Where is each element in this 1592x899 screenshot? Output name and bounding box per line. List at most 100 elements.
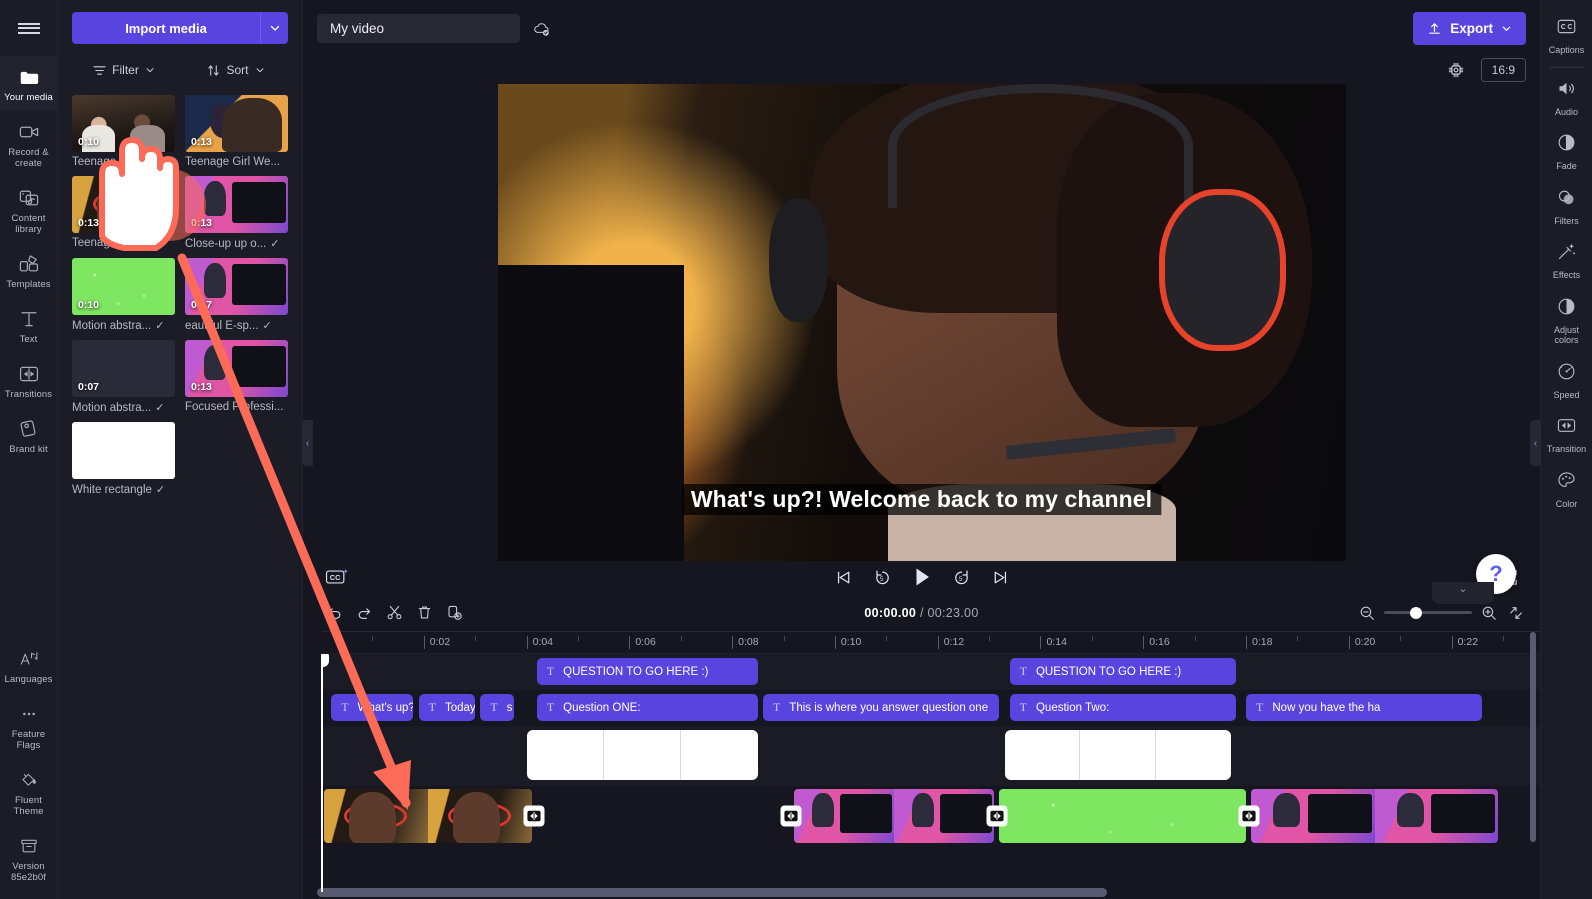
collapse-media-panel-button[interactable]: ‹ <box>302 420 313 466</box>
timeline-text-clip[interactable]: T Today, w <box>418 694 476 721</box>
right-panel-item-effects[interactable]: Effects <box>1541 233 1592 288</box>
zoom-slider-knob[interactable] <box>1410 606 1422 619</box>
sidebar-item-transitions[interactable]: Transitions <box>0 353 58 408</box>
media-item[interactable]: 0:17 eautiful E-sp... ✓ <box>185 258 288 332</box>
media-item[interactable]: 0:13 Focused Professi... <box>185 340 288 414</box>
timeline-text-clip[interactable]: T s <box>480 694 514 721</box>
sidebar-item-brand-kit[interactable]: Brand kit <box>0 408 58 463</box>
timeline-text-clip[interactable]: T QUESTION TO GO HERE :) <box>1009 658 1236 685</box>
timeline-ruler[interactable]: 0:02 0:04 0:06 0:08 0:10 0:12 0:14 0:16 0:18 0:20… <box>321 631 1540 654</box>
media-item[interactable]: 0:13 Close-up up o... ✓ <box>185 176 288 250</box>
split-button[interactable] <box>379 599 409 627</box>
timeline-vertical-scrollbar[interactable] <box>1530 632 1536 842</box>
duplicate-button[interactable] <box>439 599 469 627</box>
transition-badge[interactable] <box>780 805 802 827</box>
timeline-video-clip[interactable] <box>1251 789 1498 843</box>
svg-text:5: 5 <box>959 576 963 583</box>
aspect-ratio-badge[interactable]: 16:9 <box>1480 57 1526 82</box>
media-thumbnail[interactable]: 0:13 <box>185 340 288 397</box>
sidebar-item-your-media[interactable]: Your media <box>0 56 58 111</box>
timeline-text-clip[interactable]: T What's up? <box>331 694 414 721</box>
media-thumbnail[interactable] <box>72 422 175 479</box>
redo-button[interactable] <box>349 599 379 627</box>
filter-button[interactable]: Filter <box>72 57 176 83</box>
fit-to-screen-icon[interactable] <box>1508 605 1524 621</box>
right-panel-item-speed[interactable]: Speed <box>1541 353 1592 408</box>
track-title[interactable]: T QUESTION TO GO HERE :) T QUESTION TO GO… <box>321 654 1540 690</box>
track-captions[interactable]: T What's up?T Today, wT s T Question ONE:… <box>321 690 1540 726</box>
hamburger-menu-icon[interactable] <box>0 0 58 56</box>
project-name-input[interactable] <box>317 13 520 43</box>
timeline-text-clip[interactable]: T This is where you answer question one <box>762 694 1000 721</box>
sidebar-item-version-85e2b0f[interactable]: Version 85e2b0f <box>0 825 58 891</box>
media-item[interactable]: White rectangle ✓ <box>72 422 175 496</box>
timeline-video-clip[interactable] <box>323 789 532 843</box>
delete-button[interactable] <box>409 599 439 627</box>
playback-buttons: 5 5 <box>834 566 1010 588</box>
media-item[interactable]: 0:10 Teenage Girl Bea... <box>72 95 175 168</box>
import-media-dropdown-button[interactable] <box>260 12 288 44</box>
media-thumbnail[interactable]: 0:13 <box>185 95 288 152</box>
sidebar-item-templates[interactable]: Templates <box>0 243 58 298</box>
media-thumbnail[interactable]: 0:10 <box>72 95 175 152</box>
collapse-right-panel-button[interactable]: ‹ <box>1530 420 1541 466</box>
import-media-button[interactable]: Import media <box>72 12 260 44</box>
media-thumbnail[interactable]: 0:13 <box>185 176 288 233</box>
sidebar-item-languages[interactable]: Languages <box>0 638 58 693</box>
media-thumbnail[interactable]: 0:13 <box>72 176 175 233</box>
media-item[interactable]: 0:10 Motion abstra... ✓ <box>72 258 175 332</box>
sidebar-item-text[interactable]: Text <box>0 298 58 353</box>
sort-button[interactable]: Sort <box>184 57 288 83</box>
rewind-5-icon[interactable]: 5 <box>873 568 892 587</box>
track-video[interactable] <box>321 786 1540 846</box>
undo-button[interactable] <box>319 599 349 627</box>
transition-icon <box>990 810 1004 822</box>
collapse-stage-button[interactable]: ⌄ <box>1432 582 1494 604</box>
right-panel-item-filters[interactable]: Filters <box>1541 179 1592 234</box>
media-thumbnail[interactable]: 0:10 <box>72 258 175 315</box>
timeline-text-clip[interactable]: T Question ONE: <box>536 694 758 721</box>
cc-sparkle-icon[interactable]: CC <box>325 567 349 587</box>
timeline-overlay-clip[interactable] <box>1004 730 1231 780</box>
skip-to-end-icon[interactable] <box>991 568 1010 587</box>
sidebar-item-content-library[interactable]: Content library <box>0 177 58 243</box>
sidebar-item-fluent-theme[interactable]: Fluent Theme <box>0 759 58 825</box>
timeline-video-clip[interactable] <box>793 789 995 843</box>
zoom-in-icon[interactable] <box>1481 605 1497 621</box>
zoom-out-icon[interactable] <box>1359 605 1375 621</box>
timeline-text-clip[interactable]: T Question Two: <box>1009 694 1236 721</box>
right-panel-item-transition[interactable]: Transition <box>1541 407 1592 462</box>
transition-badge[interactable] <box>523 805 545 827</box>
media-item[interactable]: 0:13 Teenage Girl We... <box>185 95 288 168</box>
sidebar-item-record-create[interactable]: Record & create <box>0 111 58 177</box>
timeline-video-clip[interactable] <box>999 789 1247 843</box>
timeline-horizontal-scrollbar[interactable] <box>317 888 1107 897</box>
video-preview[interactable]: What's up?! Welcome back to my channel <box>497 83 1346 561</box>
timeline-text-clip[interactable]: T QUESTION TO GO HERE :) <box>536 658 758 685</box>
timeline-zoom-slider[interactable] <box>1384 606 1472 619</box>
timeline-text-clip[interactable]: T Now you have the ha <box>1246 694 1483 721</box>
right-panel-item-adjust-colors[interactable]: Adjust colors <box>1541 288 1592 353</box>
right-panel-item-fade[interactable]: Fade <box>1541 124 1592 179</box>
timeline-overlay-clip[interactable] <box>526 730 758 780</box>
export-button[interactable]: Export <box>1413 11 1526 45</box>
transition-badge[interactable] <box>1238 805 1260 827</box>
media-item[interactable]: 0:13 Teenage Girl ... <box>72 176 175 250</box>
transition-badge[interactable] <box>986 805 1008 827</box>
sidebar-item-feature-flags[interactable]: Feature Flags <box>0 693 58 759</box>
skip-to-start-icon[interactable] <box>834 568 853 587</box>
timeline-playhead[interactable] <box>321 654 329 892</box>
timeline-video-clip[interactable] <box>537 789 789 843</box>
right-panel-item-audio[interactable]: Audio <box>1541 70 1592 125</box>
chip-icon[interactable] <box>1447 61 1465 79</box>
upload-icon <box>1429 22 1441 34</box>
sidebar-item-label: Your media <box>4 92 53 103</box>
right-panel-item-captions[interactable]: Captions <box>1541 8 1592 63</box>
media-thumbnail[interactable]: 0:07 <box>72 340 175 397</box>
track-overlay[interactable] <box>321 726 1540 786</box>
forward-5-icon[interactable]: 5 <box>952 568 971 587</box>
media-item[interactable]: 0:07 Motion abstra... ✓ <box>72 340 175 414</box>
right-panel-item-color[interactable]: Color <box>1541 462 1592 517</box>
play-button[interactable] <box>912 566 932 588</box>
media-thumbnail[interactable]: 0:17 <box>185 258 288 315</box>
